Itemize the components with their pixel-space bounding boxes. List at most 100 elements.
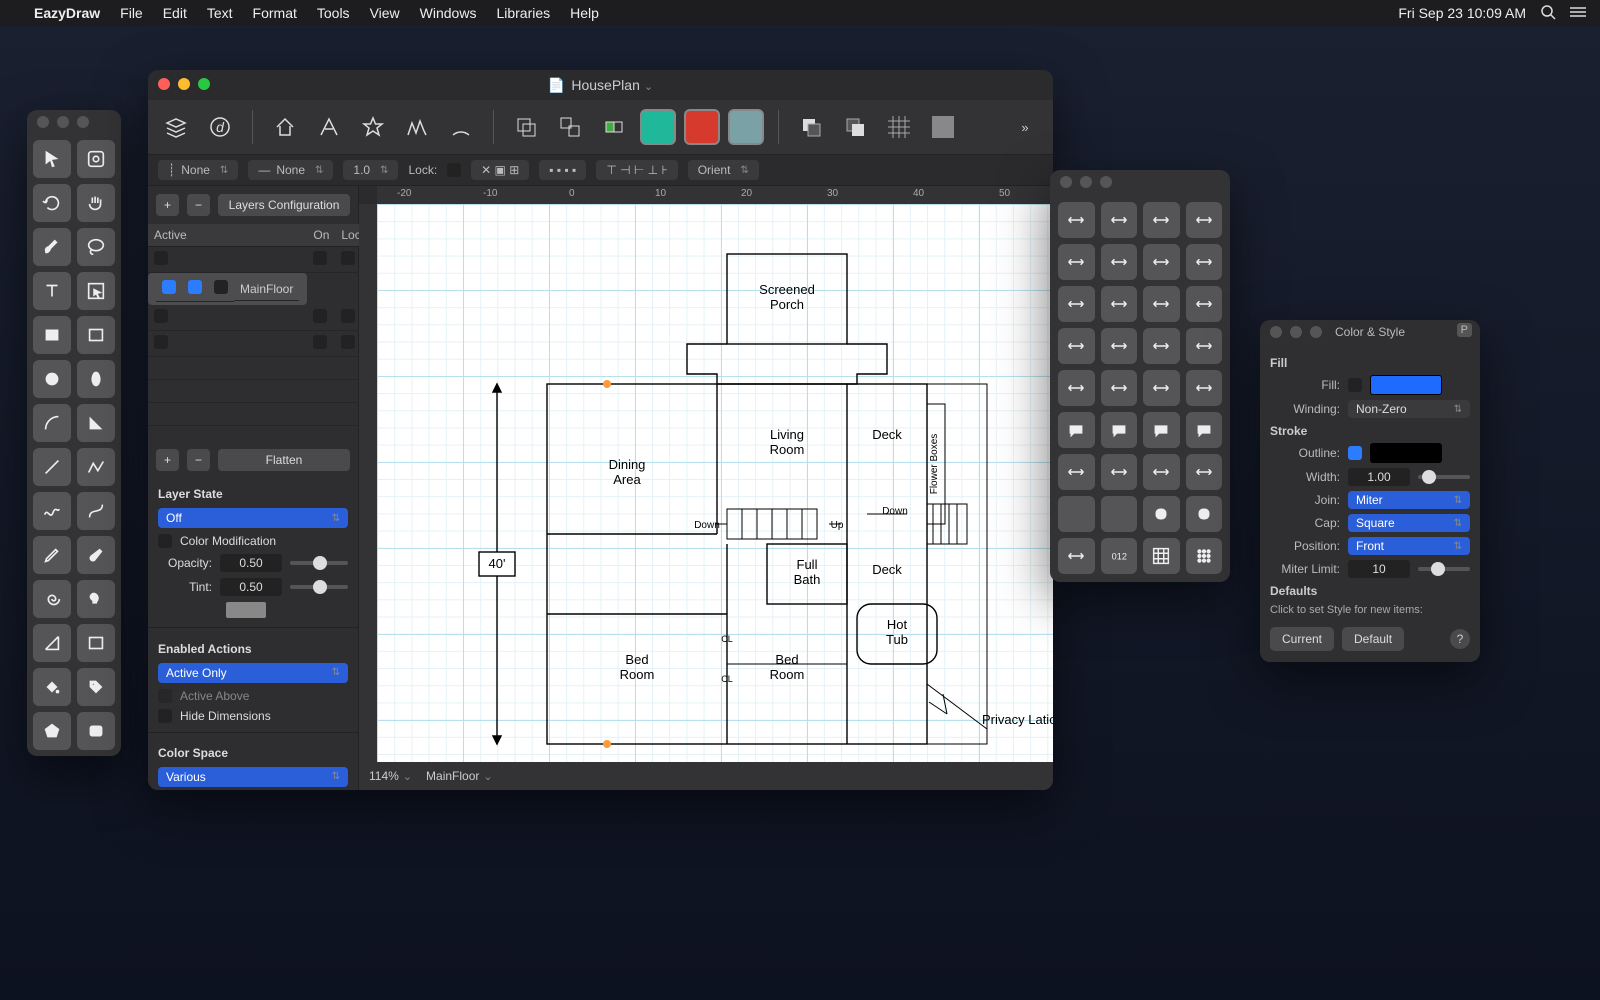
tool-line[interactable] [33,448,71,486]
shape-ruler[interactable] [1058,538,1095,574]
layer-row[interactable]: MainFloor [148,273,307,305]
shape-flow[interactable] [1186,202,1223,238]
opacity-slider[interactable] [290,561,348,565]
shape-corner[interactable] [1058,202,1095,238]
shape-cross[interactable] [1143,454,1180,490]
star-icon[interactable] [355,109,391,145]
toolbar-overflow-icon[interactable]: » [1007,109,1043,145]
shape-rounded[interactable] [1143,496,1180,532]
current-button[interactable]: Current [1270,627,1334,651]
layer-active-checkbox[interactable] [154,251,168,265]
app-menu[interactable]: EazyDraw [34,5,100,21]
tool-squiggle[interactable] [33,492,71,530]
width-value[interactable]: 1.00 [1348,468,1410,486]
shape-012[interactable]: 012 [1101,538,1138,574]
layer-active-checkbox[interactable] [154,309,168,323]
shape-speech-round[interactable] [1058,412,1095,448]
shape-diag[interactable] [1143,202,1180,238]
tool-rect-outline[interactable] [77,316,115,354]
tool-paint-bucket[interactable] [33,668,71,706]
canvas[interactable]: ScreenedPorch LivingRoom DiningArea Deck… [377,204,1053,762]
tool-rounded-rect[interactable] [77,712,115,750]
hide-dims-checkbox[interactable] [158,709,172,723]
shape-dim-inner[interactable] [1143,286,1180,322]
document-title[interactable]: HousePlan [571,77,653,93]
menubar-clock[interactable]: Fri Sep 23 10:09 AM [1398,5,1526,21]
shape-arch[interactable] [1101,202,1138,238]
color-mod-checkbox[interactable] [158,534,172,548]
miter-value[interactable]: 10 [1348,560,1410,578]
active-above-checkbox[interactable] [158,689,172,703]
home-icon[interactable] [267,109,303,145]
tool-wedge[interactable] [77,404,115,442]
menu-edit[interactable]: Edit [163,5,187,21]
pattern-icon[interactable] [925,109,961,145]
menu-format[interactable]: Format [253,5,297,21]
ruler-vertical[interactable] [359,204,378,790]
window-controls[interactable] [1050,170,1230,194]
shape-wave[interactable] [1186,454,1223,490]
cap-select[interactable]: Square [1348,514,1470,532]
shape-parallel[interactable] [1143,370,1180,406]
lock-checkbox[interactable] [447,163,461,177]
layer-lock-checkbox[interactable] [214,280,228,294]
flatten-button[interactable]: Flatten [218,449,350,471]
tint-value[interactable]: 0.50 [220,578,282,596]
menu-libraries[interactable]: Libraries [496,5,550,21]
arc-text-icon[interactable] [443,109,479,145]
tool-rotate[interactable] [33,184,71,222]
grid-icon[interactable] [881,109,917,145]
layer-lock-checkbox[interactable] [341,335,355,349]
shape-ext-both[interactable] [1143,328,1180,364]
miter-slider[interactable] [1418,567,1470,571]
tool-paintbrush[interactable] [77,536,115,574]
shape-stack[interactable] [1186,328,1223,364]
tint-swatch[interactable] [226,602,266,618]
menu-windows[interactable]: Windows [420,5,477,21]
layer-state-select[interactable]: Off [158,508,348,528]
shape-arc-dim[interactable] [1186,370,1223,406]
weight-select[interactable]: 1.0 [343,160,398,180]
shape-endpoint-l[interactable] [1058,244,1095,280]
shape-crescent-l[interactable] [1058,496,1095,532]
dash-style-select[interactable]: — None [248,160,333,180]
shape-crescent-r[interactable] [1101,496,1138,532]
shape-dots[interactable] [1186,538,1223,574]
window-controls[interactable] [27,110,121,134]
tool-arc[interactable] [33,404,71,442]
tool-pentagon[interactable] [33,712,71,750]
zoom-level[interactable]: 114% [369,769,412,783]
layers-icon[interactable] [158,109,194,145]
orient-select[interactable]: Orient [688,160,759,180]
shape-angle[interactable] [1058,370,1095,406]
shape-bracket-sq[interactable] [1058,286,1095,322]
pen-tools-icon[interactable] [311,109,347,145]
layer-active-checkbox[interactable] [162,280,176,294]
shape-connector-u[interactable] [1058,454,1095,490]
add-layer-button-2[interactable]: + [156,449,179,471]
window-controls[interactable] [1260,320,1332,344]
shape-dim-h[interactable] [1143,244,1180,280]
graph-icon[interactable] [399,109,435,145]
tool-brush[interactable] [33,228,71,266]
snap-group[interactable]: ✕ ▣ ⊞ [471,160,529,180]
join-select[interactable]: Miter [1348,491,1470,509]
menu-tools[interactable]: Tools [317,5,350,21]
shape-burst[interactable] [1186,412,1223,448]
distribute-group[interactable]: ⊤ ⊣ ⊢ ⊥ ⊦ [596,160,677,180]
shape-ext-down[interactable] [1058,328,1095,364]
tool-leaf[interactable] [33,624,71,662]
shape-bracket-top[interactable] [1101,286,1138,322]
layer-active-checkbox[interactable] [154,335,168,349]
color-space-select[interactable]: Various [158,767,348,787]
tint-slider[interactable] [290,585,348,589]
layers-config-button[interactable]: Layers Configuration [218,194,350,216]
shape-tangent[interactable] [1101,370,1138,406]
layer-on-checkbox[interactable] [313,251,327,265]
panel-mode-icon[interactable]: P [1457,323,1472,337]
remove-layer-button[interactable]: − [187,194,210,216]
spotlight-icon[interactable] [1540,4,1556,23]
tool-curve[interactable] [77,492,115,530]
tool-spiral[interactable] [33,580,71,618]
tool-measure[interactable] [77,140,115,178]
